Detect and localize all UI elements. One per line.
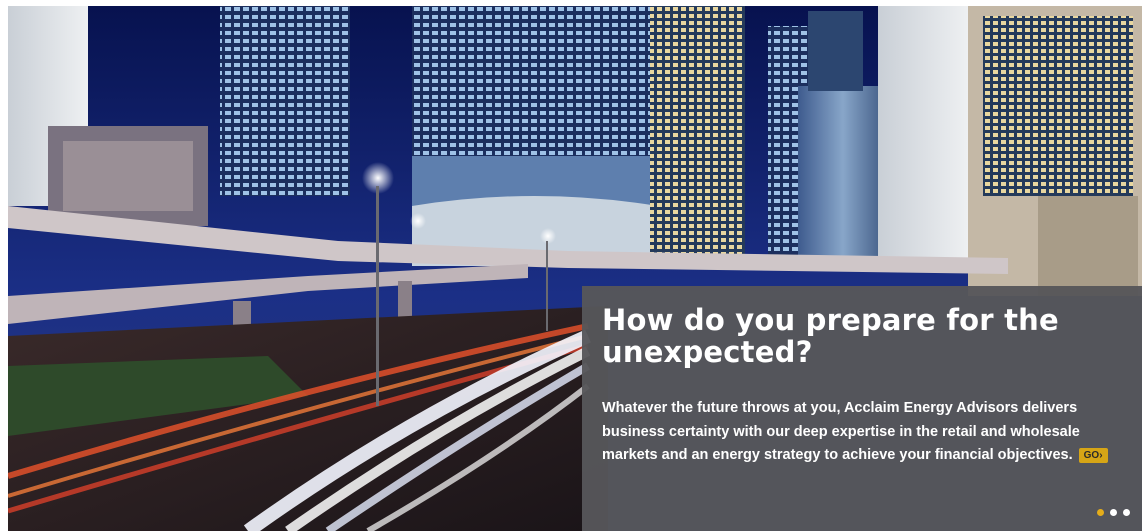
promo-panel: How do you prepare for the unexpected? W… xyxy=(582,286,1142,531)
slide-dot-1[interactable] xyxy=(1097,509,1104,516)
promo-body: Whatever the future throws at you, Accla… xyxy=(602,397,1127,468)
headline: How do you prepare for the unexpected? xyxy=(602,303,1059,369)
slide-dot-2[interactable] xyxy=(1110,509,1117,516)
promo-body-text: Whatever the future throws at you, Accla… xyxy=(602,400,1080,463)
slide-indicator xyxy=(1097,509,1130,516)
go-button[interactable]: GO› xyxy=(1078,447,1108,463)
slide-dot-3[interactable] xyxy=(1123,509,1130,516)
